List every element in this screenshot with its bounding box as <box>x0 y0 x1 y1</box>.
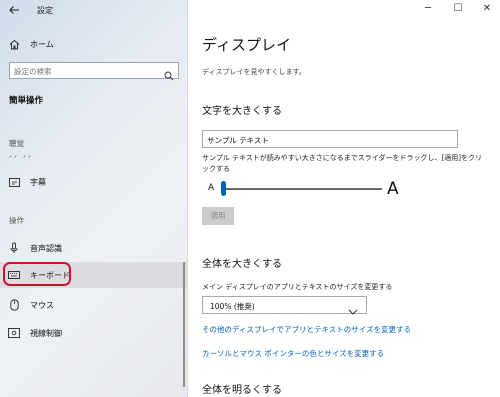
sidebar-item-label: マウス <box>30 300 54 310</box>
main-content: ─ ☐ ✕ ディスプレイ ディスプレイを見やすくします。 文字を大きくする サン… <box>189 0 500 397</box>
mouse-icon <box>8 299 20 311</box>
captions-icon <box>8 176 20 188</box>
search-input[interactable]: 設定の検索 <box>9 62 179 81</box>
sidebar-item-captions[interactable]: 字幕 <box>0 169 188 195</box>
scale-dropdown-value: 100% (推奨) <box>210 302 255 311</box>
sidebar: 設定 ホーム 設定の検索 簡単操作 聴覚 ᐟᐟ ᐟᐟ 字幕 操作 音声認識 キー… <box>0 0 188 397</box>
sidebar-item-label: 視線制御 <box>30 328 62 338</box>
page-subtitle: ディスプレイを見やすくします。 <box>202 68 306 76</box>
apply-button[interactable]: 適用 <box>202 207 234 225</box>
sidebar-item-home[interactable]: ホーム <box>0 31 188 57</box>
page-title: ディスプレイ <box>202 36 291 54</box>
sidebar-item-eye-control[interactable]: 視線制御 <box>0 320 188 346</box>
sidebar-scrollbar[interactable] <box>183 262 185 387</box>
slider-min-label: A <box>208 183 215 193</box>
app-title: 設定 <box>37 6 53 15</box>
sample-text: サンプル テキスト <box>207 136 269 145</box>
back-arrow-icon[interactable] <box>8 4 22 18</box>
group-label-interaction: 操作 <box>9 216 24 225</box>
sidebar-item-speech[interactable]: 音声認識 <box>0 235 188 261</box>
eye-control-icon <box>8 327 20 339</box>
selection-highlight-outline <box>3 262 71 286</box>
chevron-down-icon <box>348 301 358 315</box>
sidebar-item-label: 字幕 <box>30 177 46 187</box>
scale-label: メイン ディスプレイのアプリとテキストのサイズを変更する <box>202 283 393 291</box>
search-placeholder: 設定の検索 <box>14 67 52 76</box>
microphone-icon <box>8 242 20 254</box>
minimize-button[interactable]: ─ <box>421 3 435 14</box>
section-title: 簡単操作 <box>9 96 44 106</box>
sample-text-box: サンプル テキスト <box>202 130 458 148</box>
sidebar-item-mouse[interactable]: マウス <box>0 292 188 318</box>
close-button[interactable]: ✕ <box>480 3 494 14</box>
slider-description: サンプル テキストが読みやすい大きさになるまでスライダーをドラッグし、[適用]を… <box>202 154 482 173</box>
link-other-displays-size[interactable]: その他のディスプレイでアプリとテキストのサイズを変更する <box>202 324 411 335</box>
search-icon[interactable] <box>164 66 174 81</box>
section-heading-text-size: 文字を大きくする <box>202 106 282 117</box>
sidebar-item-label: 音声認識 <box>30 243 62 253</box>
section-heading-make-everything-brighter: 全体を明るくする <box>202 385 282 396</box>
link-cursor-pointer-size[interactable]: カーソルとマウス ポインターの色とサイズを変更する <box>202 348 384 359</box>
section-heading-make-everything-bigger: 全体を大きくする <box>202 259 282 270</box>
scale-dropdown[interactable]: 100% (推奨) <box>202 296 367 315</box>
text-size-slider-track[interactable] <box>221 188 382 190</box>
partial-clipped-item: ᐟᐟ ᐟᐟ <box>9 154 34 162</box>
maximize-button[interactable]: ☐ <box>451 3 465 14</box>
sidebar-item-label: ホーム <box>30 39 54 49</box>
group-label-hearing: 聴覚 <box>9 139 24 148</box>
home-icon <box>8 38 20 50</box>
text-size-slider-thumb[interactable] <box>221 181 226 196</box>
title-bar: 設定 <box>0 0 188 22</box>
slider-max-label: A <box>387 179 399 199</box>
